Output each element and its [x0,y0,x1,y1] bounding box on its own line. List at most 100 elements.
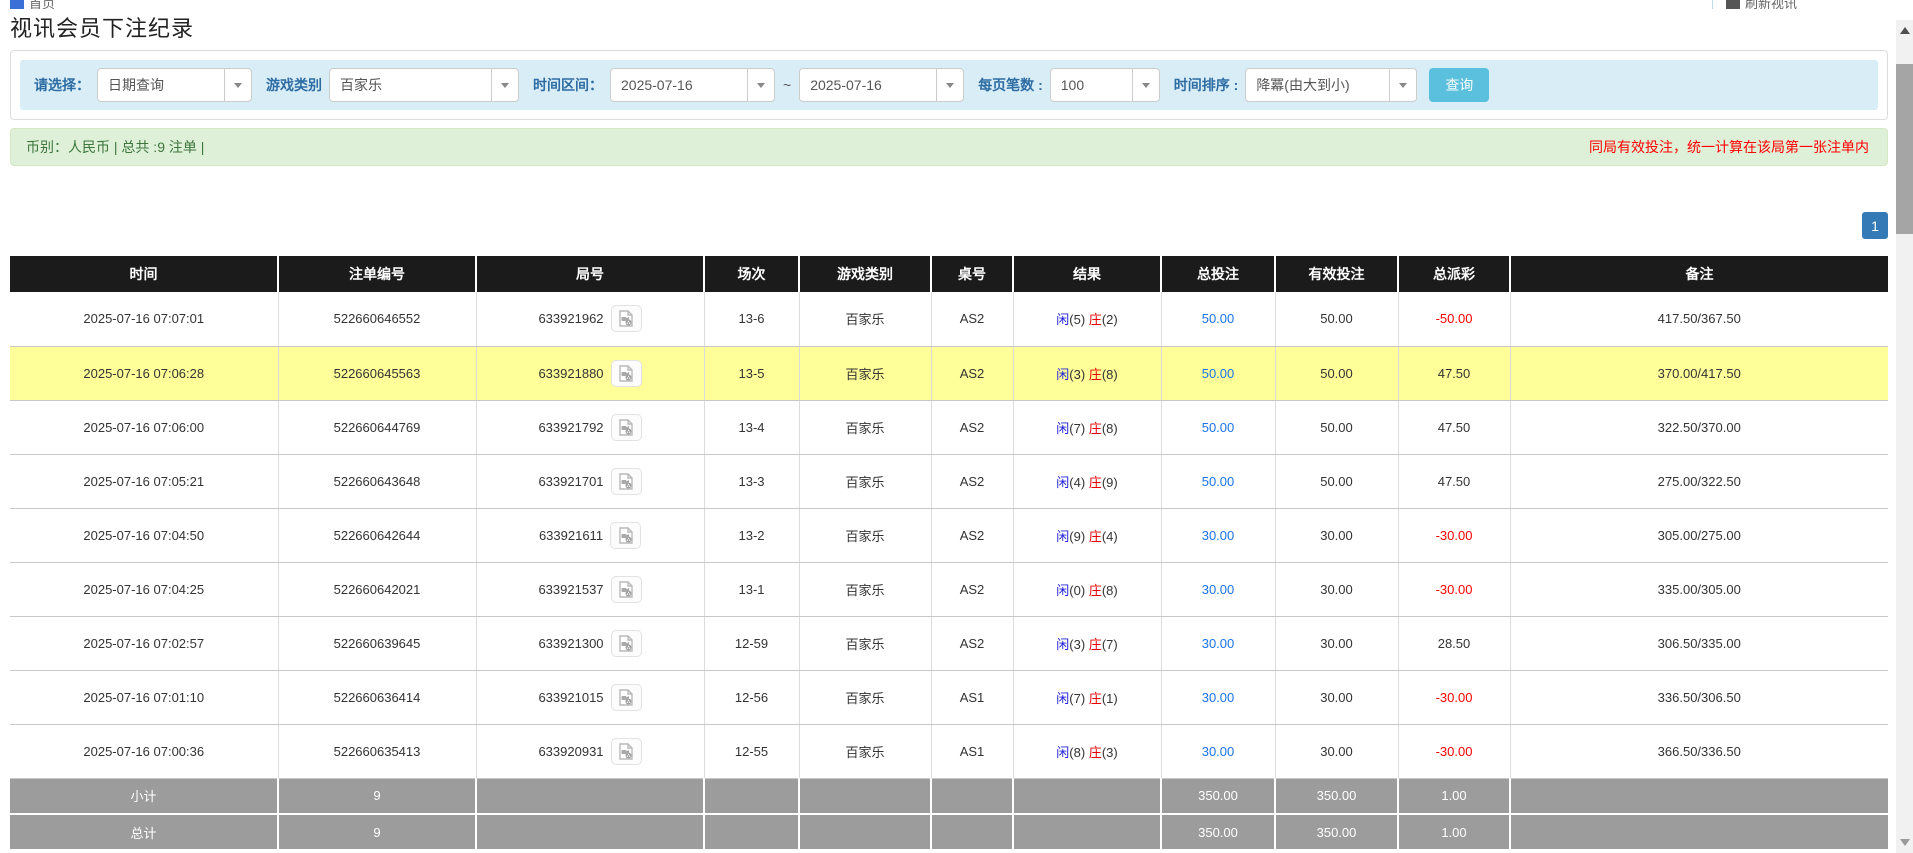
cell-table-no: AS1 [931,670,1013,724]
chevron-down-icon[interactable] [747,69,774,101]
cell-total-bet-link[interactable]: 30.00 [1161,508,1275,562]
cell-bet-id: 522660645563 [278,346,476,400]
summary-cell-3 [704,814,799,850]
cell-time: 2025-07-16 07:07:01 [10,292,278,346]
cell-round-id: 633921792 [476,400,704,454]
cell-result: 闲(0) 庄(8) [1013,562,1161,616]
cell-session: 12-59 [704,616,799,670]
game-type-label: 游戏类别 [266,75,322,95]
filter-strip: 请选择： 日期查询 游戏类别 百家乐 时间区间： 2025-07-16 ~ 20… [20,60,1878,110]
video-replay-icon[interactable] [611,305,642,332]
video-replay-icon[interactable] [611,684,642,711]
scroll-up-arrow-icon[interactable] [1896,22,1913,39]
cell-result: 闲(8) 庄(3) [1013,724,1161,778]
date-from-select[interactable]: 2025-07-16 [610,68,775,102]
scroll-down-arrow-icon[interactable] [1896,834,1913,851]
query-button[interactable]: 查询 [1429,68,1489,102]
cell-payout: 47.50 [1398,346,1510,400]
query-type-label: 请选择： [34,75,90,95]
cell-payout: -30.00 [1398,508,1510,562]
round-number: 633921880 [538,366,603,381]
chevron-down-icon[interactable] [936,69,963,101]
cell-game-type: 百家乐 [799,400,931,454]
cell-bet-id: 522660646552 [278,292,476,346]
game-type-select[interactable]: 百家乐 [329,68,519,102]
query-type-select[interactable]: 日期查询 [97,68,252,102]
chevron-down-icon[interactable] [1132,69,1159,101]
cell-payout: -30.00 [1398,562,1510,616]
cell-bet-id: 522660635413 [278,724,476,778]
video-replay-icon[interactable] [611,360,642,387]
result-banker: 庄 [1089,421,1102,436]
date-to-select[interactable]: 2025-07-16 [799,68,964,102]
result-player: 闲 [1056,312,1069,327]
cell-valid-bet: 30.00 [1275,562,1398,616]
cell-time: 2025-07-16 07:04:50 [10,508,278,562]
time-sort-select[interactable]: 降冪(由大到小) [1245,68,1417,102]
result-player: 闲 [1056,475,1069,490]
cell-total-bet-link[interactable]: 30.00 [1161,616,1275,670]
summary-cell-3 [704,778,799,814]
breadcrumb[interactable]: 首页 [29,0,55,9]
notice-text: 同局有效投注，统一计算在该局第一张注单内 [1589,137,1869,157]
cell-game-type: 百家乐 [799,346,931,400]
summary-cell-5 [931,814,1013,850]
chevron-down-icon[interactable] [1389,69,1416,101]
cell-game-type: 百家乐 [799,454,931,508]
cell-payout: -50.00 [1398,292,1510,346]
cell-session: 13-3 [704,454,799,508]
cell-total-bet-link[interactable]: 30.00 [1161,724,1275,778]
column-header-9: 总派彩 [1398,256,1510,292]
round-number: 633921701 [538,474,603,489]
cell-table-no: AS2 [931,508,1013,562]
result-player: 闲 [1056,745,1069,760]
range-separator: ~ [783,77,791,93]
table-row: 2025-07-16 07:05:21522660643648633921701… [10,454,1888,508]
video-replay-icon[interactable] [610,522,641,549]
cell-total-bet-link[interactable]: 50.00 [1161,292,1275,346]
cell-bet-id: 522660636414 [278,670,476,724]
page-1-button[interactable]: 1 [1862,212,1888,239]
cell-bet-id: 522660642644 [278,508,476,562]
video-replay-icon[interactable] [611,576,642,603]
cell-payout: 28.50 [1398,616,1510,670]
column-header-1: 注单编号 [278,256,476,292]
summary-cell-1: 9 [278,814,476,850]
table-row: 2025-07-16 07:06:00522660644769633921792… [10,400,1888,454]
page-size-select[interactable]: 100 [1050,68,1160,102]
video-replay-icon[interactable] [611,468,642,495]
round-number: 633921015 [538,690,603,705]
video-replay-icon[interactable] [611,738,642,765]
cell-round-id: 633921015 [476,670,704,724]
table-row: 2025-07-16 07:06:28522660645563633921880… [10,346,1888,400]
cell-table-no: AS2 [931,616,1013,670]
cell-table-no: AS1 [931,724,1013,778]
cell-total-bet-link[interactable]: 30.00 [1161,562,1275,616]
cell-total-bet-link[interactable]: 50.00 [1161,400,1275,454]
cell-note: 366.50/336.50 [1510,724,1888,778]
top-right-link[interactable]: 刷新视讯 [1745,0,1797,9]
round-number: 633921962 [538,311,603,326]
cell-total-bet-link[interactable]: 50.00 [1161,454,1275,508]
cell-table-no: AS2 [931,346,1013,400]
cell-round-id: 633921962 [476,292,704,346]
column-header-7: 总投注 [1161,256,1275,292]
cell-total-bet-link[interactable]: 30.00 [1161,670,1275,724]
chevron-down-icon[interactable] [491,69,518,101]
summary-cell-7: 350.00 [1161,814,1275,850]
video-replay-icon[interactable] [611,630,642,657]
cell-session: 12-56 [704,670,799,724]
chevron-down-icon[interactable] [224,69,251,101]
cell-result: 闲(4) 庄(9) [1013,454,1161,508]
cell-round-id: 633921537 [476,562,704,616]
result-banker: 庄 [1089,475,1102,490]
table-header-row: 时间注单编号局号场次游戏类别桌号结果总投注有效投注总派彩备注 [10,256,1888,292]
cell-note: 370.00/417.50 [1510,346,1888,400]
cell-session: 13-5 [704,346,799,400]
scrollbar[interactable] [1896,0,1913,853]
scrollbar-thumb[interactable] [1896,64,1913,234]
table-row: 2025-07-16 07:02:57522660639645633921300… [10,616,1888,670]
cell-total-bet-link[interactable]: 50.00 [1161,346,1275,400]
video-replay-icon[interactable] [611,414,642,441]
table-row: 2025-07-16 07:04:25522660642021633921537… [10,562,1888,616]
